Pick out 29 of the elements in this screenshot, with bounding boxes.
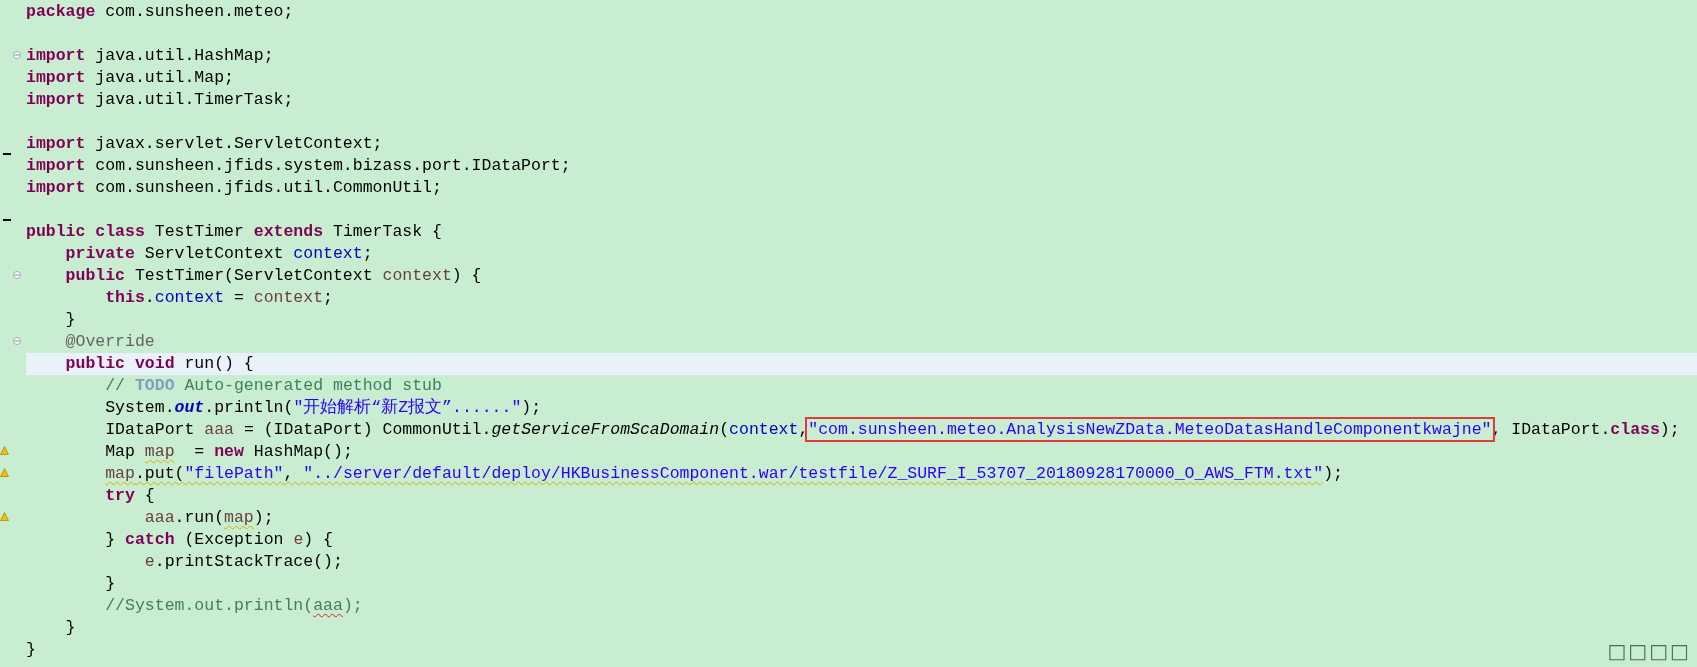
status-glyphs: □□□□ [1607,639,1691,663]
fold-toggle-icon[interactable] [13,271,21,279]
code-line: import java.util.TimerTask; [26,89,294,111]
code-line: } [104,573,116,595]
code-line: aaa.run(map); [143,507,274,529]
code-line: System.out.println("开始解析“新Z报文”......"); [104,397,542,419]
code-line: import com.sunsheen.jfids.system.bizass.port.IDataPort; [26,155,571,177]
code-line: private ServletContext context; [64,243,373,265]
code-line: // TODO Auto-generated method stub [104,375,442,397]
code-line: this.context = context; [104,287,333,309]
code-line: Map map = new HashMap(); [104,441,353,463]
fold-toggle-icon[interactable] [13,337,21,345]
code-line: import java.util.Map; [26,67,234,89]
code-line: } [26,639,36,661]
code-line: e.printStackTrace(); [143,551,343,573]
code-line: //System.out.println(aaa); [104,595,363,617]
code-line: import com.sunsheen.jfids.util.CommonUtil; [26,177,442,199]
code-line: } catch (Exception e) { [104,529,333,551]
code-line: map.put("filePath", "../server/default/deploy/HKBusinessComponent.war/testfile/Z_SURF_I_53707_20180928170000_O_AWS_FTM.txt"); [104,463,1343,485]
code-line: package com.sunsheen.meteo; [26,1,294,23]
code-line: import javax.servlet.ServletContext; [26,133,383,155]
code-line: } [64,617,76,639]
code-line: import java.util.HashMap; [26,45,274,67]
code-line: } [64,309,76,331]
code-line: try { [104,485,155,507]
code-line: public TestTimer(ServletContext context) { [64,265,482,287]
code-line: public class TestTimer extends TimerTask { [26,221,442,243]
fold-toggle-icon[interactable] [13,51,21,59]
code-line: @Override [64,331,155,353]
